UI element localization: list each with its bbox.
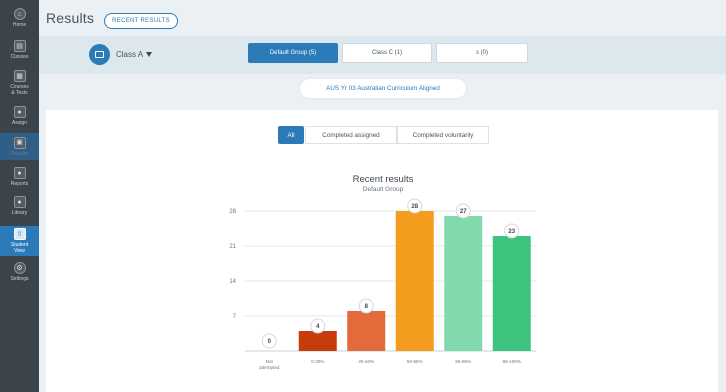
bar (492, 236, 531, 351)
x-tick-label: 86-100% (503, 359, 521, 364)
data-label: 28 (411, 204, 418, 210)
y-tick-label: 28 (229, 209, 236, 215)
x-tick-label: attempted (259, 365, 280, 370)
x-tick-label: 20-40% (358, 359, 374, 364)
results-bar-chart: 71421280Notattempted40-20%820-40%2850-65… (229, 198, 536, 370)
x-tick-label: Not (266, 359, 274, 364)
bar (298, 331, 337, 351)
y-tick-label: 7 (233, 314, 237, 320)
x-tick-label: 50-65% (407, 359, 423, 364)
bar (347, 311, 386, 351)
bar (395, 211, 434, 351)
data-label: 27 (460, 209, 467, 215)
data-label: 23 (508, 229, 515, 235)
x-tick-label: 0-20% (311, 359, 324, 364)
x-tick-label: 66-85% (455, 359, 471, 364)
y-tick-label: 14 (229, 279, 236, 285)
bar (444, 216, 483, 351)
y-tick-label: 21 (229, 244, 236, 250)
